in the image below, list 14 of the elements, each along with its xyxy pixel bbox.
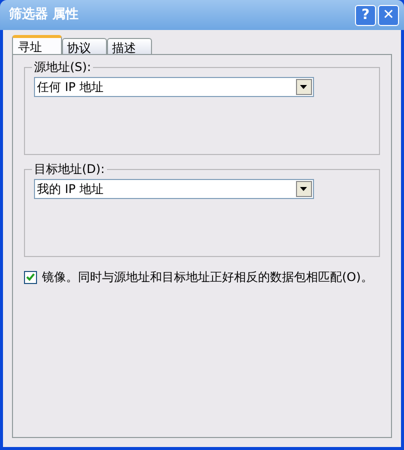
tab[interactable]: 描述 xyxy=(107,38,152,55)
close-button[interactable]: ✕ xyxy=(378,4,399,26)
help-button[interactable]: ? xyxy=(355,4,376,26)
dropdown[interactable]: 任何 IP 地址 xyxy=(34,77,314,97)
caret-icon xyxy=(296,79,312,95)
group-label: 源地址(S): xyxy=(32,59,94,75)
caret-icon xyxy=(296,181,312,197)
window-title: 筛选器 属性 xyxy=(8,6,79,24)
tab[interactable]: 寻址 xyxy=(12,35,62,55)
group-label: 目标地址(D): xyxy=(32,161,107,177)
tab[interactable]: 协议 xyxy=(62,38,107,55)
checkbox-label: 镜像。同时与源地址和目标地址正好相反的数据包相匹配(O)。 xyxy=(42,269,373,286)
checkbox[interactable] xyxy=(24,270,37,284)
dropdown[interactable]: 我的 IP 地址 xyxy=(34,179,314,199)
